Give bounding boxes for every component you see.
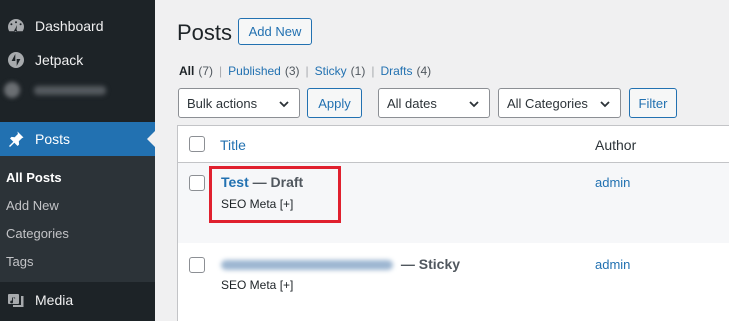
post-title-link[interactable]: Test	[221, 174, 249, 190]
select-all-checkbox[interactable]	[189, 136, 205, 152]
sidebar-item-posts[interactable]: Posts	[0, 122, 155, 156]
bulk-actions-select[interactable]: Bulk actions	[178, 88, 300, 118]
dates-select[interactable]: All dates	[378, 88, 490, 118]
sidebar-item-label: Posts	[35, 131, 71, 147]
separator: |	[371, 64, 375, 78]
sidebar-item-label: Jetpack	[35, 52, 84, 68]
apply-button[interactable]: Apply	[307, 88, 362, 118]
post-state: — Sticky	[400, 256, 461, 272]
submenu-categories[interactable]: Categories	[6, 226, 69, 241]
sidebar-item-jetpack[interactable]: Jetpack	[0, 43, 155, 77]
author-link[interactable]: admin	[595, 257, 630, 272]
seo-meta-toggle[interactable]: SEO Meta [+]	[221, 197, 293, 211]
view-count: (7)	[198, 64, 214, 78]
posts-table: Title Author Test — Draft SEO Meta [+] a…	[177, 125, 729, 321]
media-icon	[6, 290, 26, 310]
view-count: (1)	[350, 64, 366, 78]
chevron-down-icon	[279, 101, 289, 108]
dashboard-icon	[6, 16, 26, 36]
sidebar-item-label: Media	[35, 292, 74, 308]
table-header: Title Author	[178, 126, 729, 163]
author-link[interactable]: admin	[595, 175, 630, 190]
table-row: Test — Draft SEO Meta [+] admin	[178, 163, 729, 243]
chevron-down-icon	[600, 101, 610, 108]
row-checkbox[interactable]	[189, 175, 205, 191]
posts-submenu: All Posts Add New Categories Tags	[0, 156, 155, 282]
admin-sidebar: Dashboard Jetpack Posts All Posts Add Ne…	[0, 0, 155, 321]
submenu-tags[interactable]: Tags	[6, 254, 33, 269]
separator: |	[219, 64, 223, 78]
blurred-title-link[interactable]	[221, 260, 393, 271]
jetpack-icon	[6, 50, 26, 70]
categories-select[interactable]: All Categories	[498, 88, 621, 118]
add-new-button[interactable]: Add New	[238, 18, 312, 45]
submenu-all-posts[interactable]: All Posts	[6, 170, 62, 185]
column-title[interactable]: Title	[220, 137, 246, 153]
bulk-actions-value: Bulk actions	[187, 95, 258, 111]
sidebar-item-dashboard[interactable]: Dashboard	[0, 9, 155, 43]
seo-meta-toggle[interactable]: SEO Meta [+]	[221, 278, 293, 292]
page-title: Posts	[177, 20, 233, 45]
view-count: (4)	[416, 64, 432, 78]
blurred-sidebar-item[interactable]	[4, 82, 106, 98]
submenu-add-new[interactable]: Add New	[6, 198, 59, 213]
pin-icon	[6, 129, 26, 149]
chevron-down-icon	[469, 101, 479, 108]
table-row: — Sticky SEO Meta [+] admin	[178, 243, 729, 321]
blurred-avatar-icon	[4, 82, 20, 98]
sidebar-item-label: Dashboard	[35, 18, 104, 34]
row-checkbox[interactable]	[189, 257, 205, 273]
post-status-filters: All (7) | Published (3) | Sticky (1) | Draf…	[179, 64, 431, 78]
view-count: (3)	[284, 64, 300, 78]
view-drafts[interactable]: Drafts	[380, 64, 412, 78]
sidebar-item-media[interactable]: Media	[0, 283, 155, 317]
column-author: Author	[595, 137, 637, 153]
post-title: Test — Draft	[221, 174, 303, 190]
view-sticky[interactable]: Sticky	[315, 64, 347, 78]
separator: |	[305, 64, 309, 78]
post-state: — Draft	[252, 174, 304, 190]
view-all[interactable]: All	[179, 64, 194, 78]
blurred-label	[34, 85, 106, 95]
dates-value: All dates	[387, 95, 437, 111]
view-published[interactable]: Published	[228, 64, 281, 78]
main-content: Posts Add New All (7) | Published (3) | St…	[155, 0, 729, 321]
categories-value: All Categories	[507, 95, 588, 111]
post-title: — Sticky	[221, 256, 460, 272]
filter-button[interactable]: Filter	[629, 88, 677, 118]
